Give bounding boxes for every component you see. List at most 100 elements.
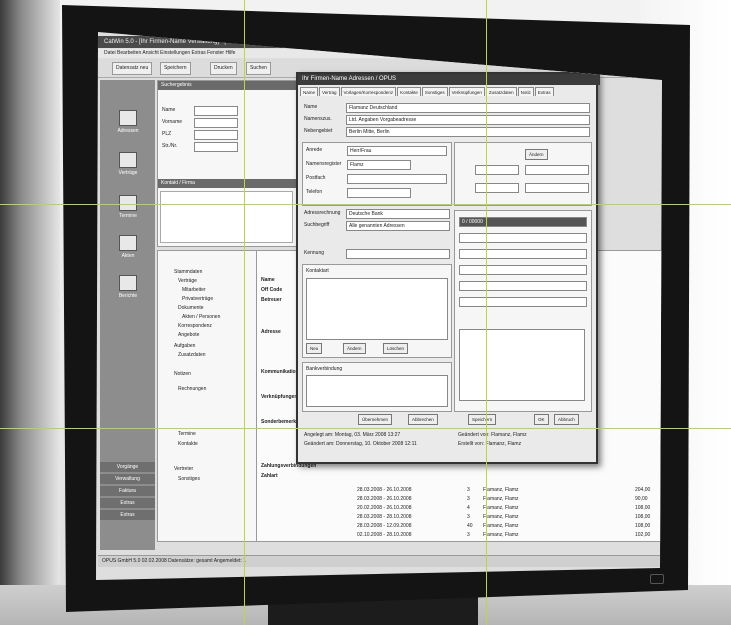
postfach-field[interactable]: [347, 174, 447, 184]
tree-item[interactable]: Korrespondenz: [178, 323, 212, 329]
sidebar-item-adressen[interactable]: Adressen: [106, 110, 150, 134]
report-icon: [119, 275, 137, 291]
search-button[interactable]: Suchen: [246, 62, 271, 75]
anrede-field[interactable]: Herr/Frau: [347, 146, 447, 156]
kontaktart-label: Kontaktart: [306, 268, 329, 274]
tab-kontakte[interactable]: Kontakte: [397, 87, 421, 96]
detail-table[interactable]: [459, 329, 585, 401]
option-field[interactable]: [475, 165, 519, 175]
name-label: Name: [162, 107, 176, 113]
detail-fields-group: 0 / 00000: [454, 210, 592, 412]
tree-item[interactable]: Dokumente: [178, 305, 204, 311]
folder-icon: [119, 235, 137, 251]
dlg-nebengebiet-field[interactable]: Berlin Mitte, Berlin: [346, 127, 590, 137]
tab-extras[interactable]: Extras: [534, 87, 554, 96]
tree-item[interactable]: Zusatzdaten: [178, 352, 206, 358]
uebernehmen-button[interactable]: Übernehmen: [358, 414, 393, 425]
sidebar-bottom-extras-2[interactable]: Extras: [100, 510, 155, 520]
tree-item[interactable]: Notizen: [174, 371, 191, 377]
dlg-cancel-button[interactable]: Abbruch: [554, 414, 579, 425]
dialog-title: Ihr Firmen-Name Adressen / OPUS: [298, 74, 600, 85]
sidebar-bottom-vorgaenge[interactable]: Vorgänge: [100, 462, 155, 472]
grid-guide-horizontal: [0, 428, 731, 429]
tab-notiz[interactable]: Notiz: [517, 87, 534, 96]
contact-table[interactable]: [306, 278, 448, 340]
detail-field[interactable]: [459, 233, 587, 243]
postfach-label: Postfach: [306, 175, 326, 181]
tab-vertrag[interactable]: Vertrag: [319, 87, 340, 96]
option-field-2[interactable]: [525, 165, 589, 175]
option-field-4[interactable]: [525, 183, 589, 193]
grid-guide-vertical: [244, 0, 245, 625]
tab-sonstiges[interactable]: Sonstiges: [421, 87, 448, 96]
sidebar-item-berichte[interactable]: Berichte: [106, 275, 150, 299]
sidebar-bottom-verwaltung[interactable]: Verwaltung: [100, 474, 155, 484]
contact-edit-button[interactable]: Ändern: [343, 343, 366, 354]
tree-item[interactable]: Vertreter: [174, 466, 193, 472]
dlg-nebengebiet-label: Nebengebiet: [304, 128, 333, 134]
contact-delete-button[interactable]: Löschen: [383, 343, 409, 354]
tab-verknuepfungen[interactable]: Verknüpfungen: [448, 87, 485, 96]
vorname-field[interactable]: [194, 118, 238, 128]
namensregister-field[interactable]: Flamz: [347, 160, 411, 170]
tree-item[interactable]: Sonstiges: [178, 476, 200, 482]
address-dialog: Ihr Firmen-Name Adressen / OPUS Name Vert…: [296, 72, 600, 464]
payment-row-name: Flamanz, Flamz: [483, 487, 519, 493]
abbrechen-button[interactable]: Abbrechen: [408, 414, 438, 425]
bankverbindung-label: Bankverbindung: [306, 366, 343, 372]
contact-new-button[interactable]: Neu: [306, 343, 323, 354]
tree-item[interactable]: Verträge: [178, 278, 197, 284]
payment-row-v2: 102,00: [635, 532, 651, 538]
bank-table[interactable]: [306, 375, 448, 407]
detail-kommunikation-label: Kommunikation: [261, 369, 299, 375]
print-button[interactable]: Drucken: [210, 62, 237, 75]
tab-korrespondenz[interactable]: Vorlagen/Korrespondenz: [340, 87, 397, 96]
tab-name[interactable]: Name: [300, 87, 319, 96]
detail-field[interactable]: [459, 281, 587, 291]
telefon-field[interactable]: [347, 188, 411, 198]
payment-row-date: 20.02.2008 - 26.10.2008: [357, 505, 412, 511]
strasse-field[interactable]: [194, 142, 238, 152]
address-group: Anrede Herr/Frau Namensregister Flamz Po…: [302, 142, 452, 206]
payment-row-v2: 108,00: [635, 514, 651, 520]
tree-item[interactable]: Angebote: [178, 332, 199, 338]
left-wall: [0, 0, 60, 625]
address-book-icon: [119, 110, 137, 126]
tree-item[interactable]: Aufgaben: [174, 343, 195, 349]
save-button[interactable]: Speichern: [160, 62, 191, 75]
name-field[interactable]: [194, 106, 238, 116]
telefon-label: Telefon: [306, 189, 323, 195]
payment-row-date: 02.10.2008 - 28.10.2008: [357, 532, 412, 538]
tree-item[interactable]: Kontakte: [178, 441, 198, 447]
tree-panel: Stammdaten Verträge Mitarbeiter Privatve…: [157, 250, 257, 542]
dlg-name-field[interactable]: Flamanz Deutschland: [346, 103, 590, 113]
sidebar-item-akten[interactable]: Akten: [106, 235, 150, 259]
tree-item[interactable]: Mitarbeiter: [182, 287, 206, 293]
tree-item[interactable]: Akten / Personen: [182, 314, 220, 320]
sidebar-bottom-faktura[interactable]: Faktura: [100, 486, 155, 496]
tree-item[interactable]: Privatverträge: [182, 296, 213, 302]
sidebar-item-termine[interactable]: Termine: [106, 195, 150, 219]
suchbegriff-field[interactable]: Alle genannten Adressen: [346, 221, 450, 231]
tree-item[interactable]: Rechnungen: [178, 386, 206, 392]
sidebar-bottom-extras[interactable]: Extras: [100, 498, 155, 508]
selected-field[interactable]: 0 / 00000: [459, 217, 587, 227]
detail-field[interactable]: [459, 265, 587, 275]
result-list[interactable]: [160, 191, 293, 243]
option-field-3[interactable]: [475, 183, 519, 193]
grid-guide-horizontal: [0, 204, 731, 205]
dlg-namenszus-field[interactable]: Ltd. Angaben Vorgabeadresse: [346, 115, 590, 125]
option-button[interactable]: Ändern: [525, 149, 548, 160]
detail-field[interactable]: [459, 249, 587, 259]
adressrechnung-field[interactable]: Deutsche Bank: [346, 209, 450, 219]
tree-item[interactable]: Termine: [178, 431, 196, 437]
kennung-field[interactable]: [346, 249, 450, 259]
new-record-button[interactable]: Datensatz neu: [112, 62, 153, 75]
dlg-ok-button[interactable]: OK: [534, 414, 549, 425]
sidebar-item-vertraege[interactable]: Verträge: [106, 152, 150, 176]
detail-field[interactable]: [459, 297, 587, 307]
tree-item[interactable]: Stammdaten: [174, 269, 202, 275]
tab-zusatzdaten[interactable]: Zusatzdaten: [485, 87, 517, 96]
plz-field[interactable]: [194, 130, 238, 140]
dlg-save-button[interactable]: Speichern: [468, 414, 497, 425]
